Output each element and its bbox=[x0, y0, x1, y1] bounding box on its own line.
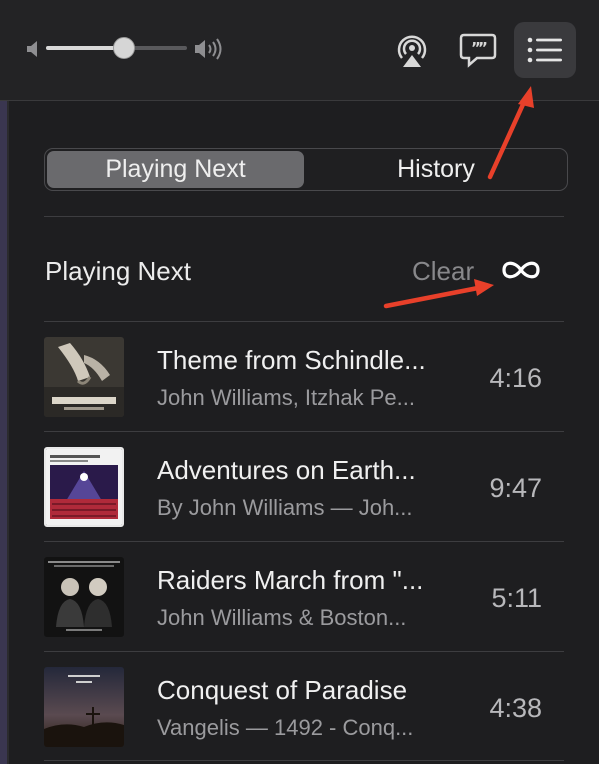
track-duration: 4:16 bbox=[489, 363, 542, 393]
track-artist: Vangelis — 1492 - Conq... bbox=[157, 715, 414, 740]
track-artist: By John Williams — Joh... bbox=[157, 495, 413, 520]
panel-border bbox=[7, 100, 9, 764]
john-williams-cinema-album-art bbox=[44, 447, 124, 527]
track-duration: 4:38 bbox=[489, 693, 542, 723]
infinity-icon bbox=[502, 261, 540, 279]
airplay-button[interactable] bbox=[390, 30, 434, 70]
vangelis-1492-album-art bbox=[44, 667, 124, 747]
track-artist: John Williams, Itzhak Pe... bbox=[157, 385, 415, 410]
playing-next-queue-button[interactable] bbox=[514, 22, 576, 78]
divider bbox=[44, 216, 564, 217]
track-duration: 5:11 bbox=[491, 583, 542, 613]
queue-item[interactable]: Adventures on Earth... By John Williams … bbox=[44, 431, 564, 539]
track-title: Conquest of Paradise bbox=[157, 675, 408, 705]
williams-mutter-album-art bbox=[44, 557, 124, 637]
track-title: Raiders March from "... bbox=[157, 565, 424, 595]
queue-item[interactable]: Theme from Schindle... John Williams, It… bbox=[44, 321, 564, 429]
lyrics-button[interactable]: ” ” bbox=[456, 30, 500, 70]
window-edge bbox=[0, 0, 7, 764]
tab-playing-next[interactable]: Playing Next bbox=[47, 151, 304, 188]
volume-low-icon bbox=[26, 40, 42, 63]
airplay-icon bbox=[397, 35, 427, 67]
track-title: Theme from Schindle... bbox=[157, 345, 426, 375]
tab-history[interactable]: History bbox=[307, 151, 565, 188]
svg-text:”: ” bbox=[478, 39, 488, 57]
divider bbox=[44, 760, 564, 761]
volume-high-icon bbox=[194, 38, 226, 65]
track-artist: John Williams & Boston... bbox=[157, 605, 407, 630]
lyrics-icon: ” ” bbox=[459, 33, 497, 68]
queue-item[interactable]: Conquest of Paradise Vangelis — 1492 - C… bbox=[44, 651, 564, 759]
schindlers-list-album-art bbox=[44, 337, 124, 417]
volume-slider-fill bbox=[46, 46, 124, 50]
volume-slider-thumb[interactable] bbox=[112, 37, 135, 59]
queue-list-icon bbox=[527, 37, 562, 63]
section-title: Playing Next bbox=[45, 256, 191, 286]
queue-item[interactable]: Raiders March from "... John Williams & … bbox=[44, 541, 564, 649]
queue-segmented-control: Playing Next History bbox=[44, 148, 568, 191]
player-toolbar: ” ” bbox=[0, 0, 599, 101]
track-title: Adventures on Earth... bbox=[157, 455, 416, 485]
track-duration: 9:47 bbox=[489, 473, 542, 503]
autoplay-infinity-button[interactable] bbox=[498, 255, 544, 285]
clear-queue-button[interactable]: Clear bbox=[412, 256, 474, 287]
